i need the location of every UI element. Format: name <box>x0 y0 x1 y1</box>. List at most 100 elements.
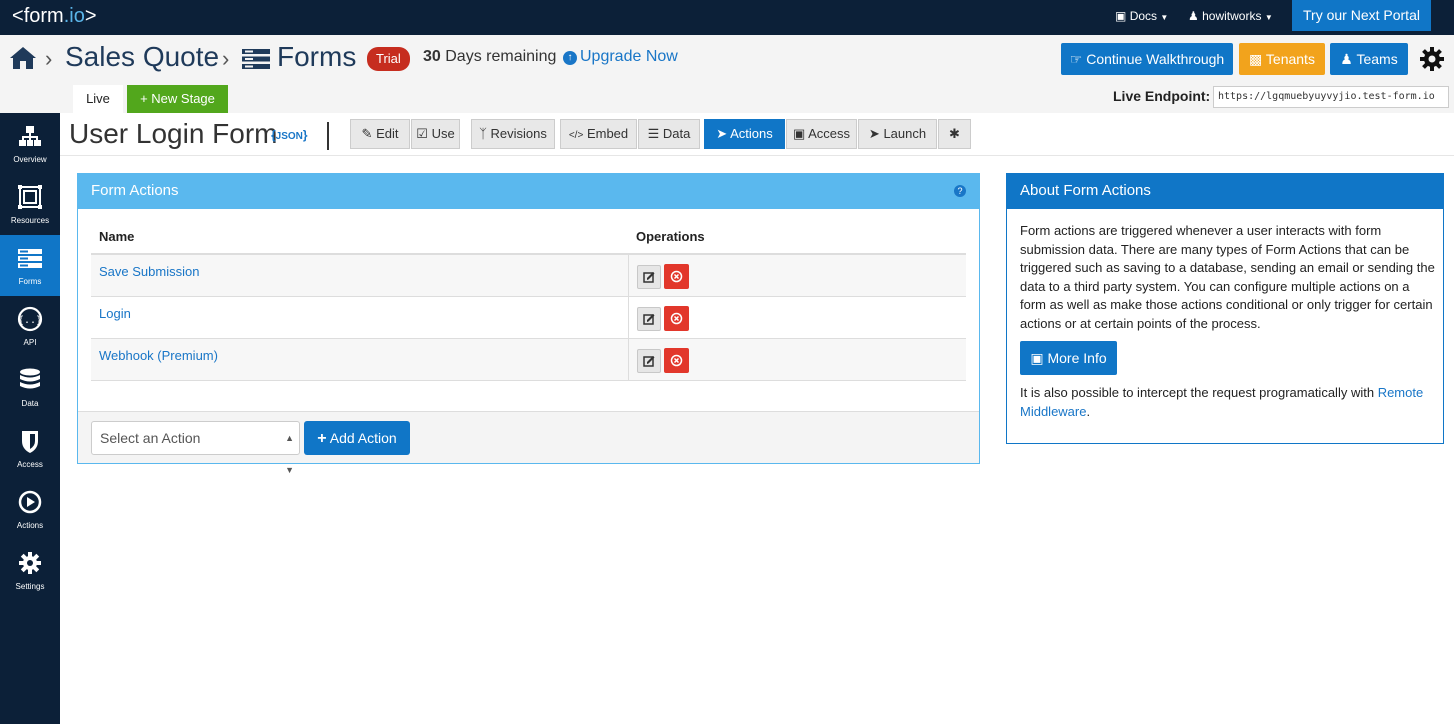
forms-icon <box>242 49 270 69</box>
user-icon: ♟ <box>1188 9 1199 23</box>
column-header-operations: Operations <box>636 229 705 244</box>
upgrade-label: Upgrade Now <box>580 48 678 65</box>
upgrade-link[interactable]: ↑ Upgrade Now <box>563 48 678 66</box>
delete-action-button[interactable] <box>664 306 689 331</box>
add-action-label: Add Action <box>329 430 397 446</box>
json-label: JSON <box>275 131 303 142</box>
breadcrumb-separator: › <box>222 46 230 71</box>
more-info-label: More Info <box>1047 350 1107 366</box>
new-stage-button[interactable]: + New Stage <box>127 85 228 113</box>
resources-icon <box>18 185 42 209</box>
stage-bar: Live + New Stage Live Endpoint: https://… <box>0 85 1454 113</box>
gear-icon[interactable] <box>1419 46 1445 72</box>
project-header: › Sales Quote › Forms Trial 30 Days rema… <box>0 35 1454 85</box>
check-icon: ☑ <box>416 126 428 141</box>
days-remaining: 30 Days remaining <box>423 48 556 66</box>
shield-icon <box>22 431 38 453</box>
close-circle-icon <box>670 270 683 283</box>
sidebar-item-actions[interactable]: Actions <box>0 479 60 540</box>
logo-bracket-left: < <box>12 5 24 27</box>
tab-launch[interactable]: ➤ Launch <box>858 119 937 149</box>
teams-button[interactable]: ♟ Teams <box>1330 43 1408 75</box>
sidebar-item-access[interactable]: Access <box>0 418 60 479</box>
action-name-link[interactable]: Webhook (Premium) <box>99 348 218 363</box>
help-icon[interactable]: ? <box>954 185 966 197</box>
logo-io-text: .io <box>63 5 85 27</box>
intercept-sentence: It is also possible to intercept the req… <box>1020 385 1375 400</box>
tab-embed[interactable]: </> Embed <box>560 119 637 149</box>
table-row: Login <box>91 297 966 339</box>
panel-heading: About Form Actions <box>1007 174 1443 209</box>
action-name-link[interactable]: Save Submission <box>99 264 199 279</box>
docs-label: Docs <box>1129 9 1158 23</box>
logo-bracket-right: > <box>84 5 97 27</box>
action-name-link[interactable]: Login <box>99 306 131 321</box>
rocket-icon: ➤ <box>868 126 880 141</box>
edit-action-button[interactable] <box>637 307 661 331</box>
gear-icon <box>19 552 41 574</box>
tab-use[interactable]: ☑ Use <box>411 119 460 149</box>
home-icon[interactable] <box>8 45 38 71</box>
tab-label: Revisions <box>490 126 547 141</box>
sitemap-icon <box>19 126 41 146</box>
form-actions-panel: Form Actions ? Name Operations Save Subm… <box>77 173 980 475</box>
docs-menu[interactable]: ▣ Docs ▼ <box>1115 9 1168 23</box>
add-action-button[interactable]: + Add Action <box>304 421 410 455</box>
formio-logo[interactable]: <form.io> <box>12 5 97 28</box>
play-icon <box>18 490 42 514</box>
tab-data[interactable]: ☰ Data <box>638 119 700 149</box>
breadcrumb-project[interactable]: Sales Quote <box>65 41 219 73</box>
sidebar: Overview Resources Forms {..} API Data A… <box>0 113 60 724</box>
tab-edit[interactable]: ✎ Edit <box>350 119 410 149</box>
edit-action-button[interactable] <box>637 265 661 289</box>
book-icon: ▣ <box>1115 9 1127 23</box>
action-select[interactable]: Select an Action ▲ ▼ <box>91 421 300 475</box>
trial-badge: Trial <box>367 47 410 71</box>
delete-action-button[interactable] <box>664 264 689 289</box>
sidebar-item-overview[interactable]: Overview <box>0 113 60 174</box>
tab-settings[interactable]: ✱ <box>938 119 971 149</box>
table-row: Save Submission <box>91 255 966 297</box>
json-link[interactable]: {JSON} <box>271 128 308 142</box>
panel-title: Form Actions <box>91 182 179 199</box>
try-next-portal-button[interactable]: Try our Next Portal <box>1292 0 1431 31</box>
lock-icon: ▣ <box>792 126 806 141</box>
edit-icon <box>643 272 655 283</box>
breadcrumb-forms[interactable]: Forms <box>277 41 356 73</box>
live-endpoint-label: Live Endpoint: <box>1113 88 1211 104</box>
sidebar-item-data[interactable]: Data <box>0 357 60 418</box>
users-icon: ♟ <box>1340 51 1353 67</box>
close-circle-icon <box>670 312 683 325</box>
breadcrumb-separator: › <box>45 46 53 71</box>
tab-label: Edit <box>376 126 399 141</box>
sidebar-item-label: Resources <box>10 216 50 225</box>
tenants-label: Tenants <box>1265 51 1315 67</box>
tenants-button[interactable]: ▩ Tenants <box>1239 43 1325 75</box>
stage-tab-live[interactable]: Live <box>73 85 123 113</box>
sidebar-item-forms[interactable]: Forms <box>0 235 60 296</box>
user-label: howitworks <box>1202 9 1262 23</box>
sidebar-item-api[interactable]: {..} API <box>0 296 60 357</box>
sidebar-item-label: Overview <box>13 155 47 164</box>
edit-icon: ✎ <box>361 126 373 141</box>
tab-access[interactable]: ▣ Access <box>786 119 857 149</box>
gear-icon: ✱ <box>949 126 960 141</box>
paper-plane-icon: ➤ <box>716 126 728 141</box>
edit-icon <box>643 356 655 367</box>
title-divider <box>327 122 329 150</box>
delete-action-button[interactable] <box>664 348 689 373</box>
form-title: User Login Form <box>69 118 278 149</box>
edit-action-button[interactable] <box>637 349 661 373</box>
teams-label: Teams <box>1356 51 1398 67</box>
book-icon: ▣ <box>1030 350 1044 366</box>
tab-label: Access <box>808 126 851 141</box>
sidebar-item-settings[interactable]: Settings <box>0 540 60 601</box>
more-info-button[interactable]: ▣ More Info <box>1020 341 1117 375</box>
continue-walkthrough-button[interactable]: ☞ Continue Walkthrough <box>1061 43 1233 75</box>
sidebar-item-resources[interactable]: Resources <box>0 174 60 235</box>
tab-actions[interactable]: ➤ Actions <box>704 119 785 149</box>
user-menu[interactable]: ♟ howitworks ▼ <box>1188 9 1273 23</box>
arrow-up-circle-icon: ↑ <box>563 51 577 65</box>
live-endpoint-field[interactable]: https://lgqmuebyuyvyjio.test-form.io <box>1213 86 1449 108</box>
tab-revisions[interactable]: ᛉ Revisions <box>471 119 555 149</box>
